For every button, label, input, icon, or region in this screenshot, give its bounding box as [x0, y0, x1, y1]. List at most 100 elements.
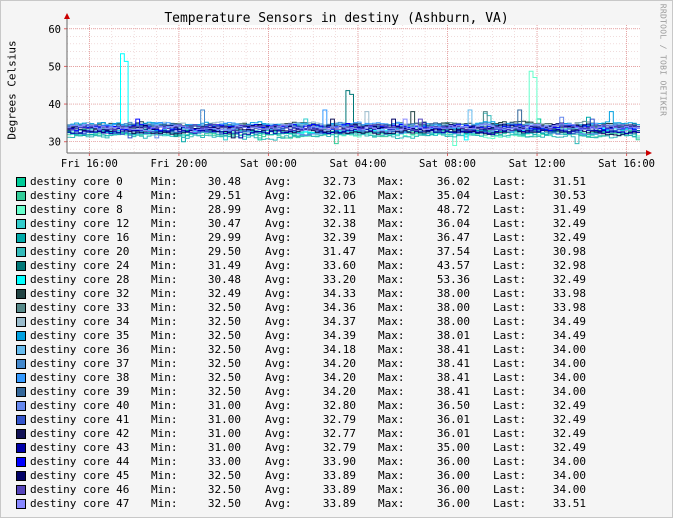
legend-min-label: Min: — [151, 385, 178, 398]
legend-max-label: Max: — [378, 245, 405, 258]
legend-swatch — [16, 345, 26, 355]
legend-series-name: destiny core 35 — [30, 329, 130, 342]
legend-avg-label: Avg: — [265, 301, 292, 314]
legend-last-label: Last: — [493, 245, 527, 258]
legend-series-name: destiny core 33 — [30, 301, 130, 314]
legend-last-label: Last: — [493, 469, 527, 482]
legend-series-name: destiny core 46 — [30, 483, 130, 496]
legend-min-label: Min: — [151, 189, 178, 202]
legend-swatch — [16, 443, 26, 453]
legend-last-value: 32.49 — [552, 231, 586, 244]
legend-avg-value: 31.47 — [322, 245, 356, 258]
legend-max-value: 38.00 — [436, 315, 470, 328]
legend-series-name: destiny core 47 — [30, 497, 130, 510]
legend-min-label: Min: — [151, 455, 178, 468]
legend-max-value: 35.00 — [436, 441, 470, 454]
legend-avg-value: 33.90 — [322, 455, 356, 468]
legend-avg-value: 32.77 — [322, 427, 356, 440]
legend-last-label: Last: — [493, 399, 527, 412]
legend-avg-label: Avg: — [265, 175, 292, 188]
legend-max-label: Max: — [378, 203, 405, 216]
legend-last-value: 34.00 — [552, 343, 586, 356]
legend-swatch — [16, 485, 26, 495]
legend-series-name: destiny core 4 — [30, 189, 123, 202]
legend-swatch — [16, 499, 26, 509]
legend-min-value: 29.51 — [207, 189, 241, 202]
legend-last-label: Last: — [493, 357, 527, 370]
legend-last-label: Last: — [493, 273, 527, 286]
legend-avg-value: 32.73 — [322, 175, 356, 188]
legend-min-value: 31.49 — [207, 259, 241, 272]
legend-series-name: destiny core 12 — [30, 217, 130, 230]
legend-max-value: 36.01 — [436, 427, 470, 440]
legend-min-label: Min: — [151, 413, 178, 426]
legend-min-value: 32.50 — [207, 469, 241, 482]
legend-swatch — [16, 303, 26, 313]
legend-max-value: 36.04 — [436, 217, 470, 230]
legend-avg-label: Avg: — [265, 329, 292, 342]
legend-swatch — [16, 457, 26, 467]
legend-max-value: 48.72 — [436, 203, 470, 216]
legend-max-label: Max: — [378, 217, 405, 230]
legend-avg-label: Avg: — [265, 469, 292, 482]
legend-last-label: Last: — [493, 497, 527, 510]
legend-max-value: 53.36 — [436, 273, 470, 286]
legend-last-label: Last: — [493, 203, 527, 216]
legend-min-label: Min: — [151, 469, 178, 482]
legend-avg-label: Avg: — [265, 259, 292, 272]
legend-avg-label: Avg: — [265, 413, 292, 426]
legend-min-label: Min: — [151, 301, 178, 314]
legend-min-label: Min: — [151, 399, 178, 412]
legend-last-label: Last: — [493, 189, 527, 202]
x-axis-arrow — [646, 150, 652, 156]
x-tick-label: Sat 12:00 — [509, 158, 566, 170]
legend-avg-label: Avg: — [265, 245, 292, 258]
legend-max-label: Max: — [378, 413, 405, 426]
legend-max-label: Max: — [378, 385, 405, 398]
legend-avg-label: Avg: — [265, 203, 292, 216]
x-tick-label: Sat 16:00 — [598, 158, 655, 170]
legend-swatch — [16, 401, 26, 411]
legend-min-label: Min: — [151, 483, 178, 496]
legend-swatch — [16, 247, 26, 257]
legend-last-value: 30.53 — [552, 189, 586, 202]
legend-last-value: 30.98 — [552, 245, 586, 258]
legend-min-value: 32.50 — [207, 497, 241, 510]
legend-series-name: destiny core 40 — [30, 399, 130, 412]
legend-series-name: destiny core 37 — [30, 357, 130, 370]
legend-last-label: Last: — [493, 329, 527, 342]
legend-series-name: destiny core 45 — [30, 469, 130, 482]
legend-max-label: Max: — [378, 259, 405, 272]
legend-min-label: Min: — [151, 427, 178, 440]
temperature-chart: 30 40 50 60 Fri 16:00 Fri 20:00 Sat 00:00 Sat 0… — [48, 13, 655, 170]
legend-max-value: 36.02 — [436, 175, 470, 188]
y-axis-arrow — [64, 13, 70, 19]
legend-min-value: 29.99 — [207, 231, 241, 244]
legend-last-value: 32.98 — [552, 259, 586, 272]
legend-series-name: destiny core 42 — [30, 427, 130, 440]
legend-min-label: Min: — [151, 315, 178, 328]
legend-last-value: 34.00 — [552, 455, 586, 468]
legend-avg-label: Avg: — [265, 273, 292, 286]
legend-min-value: 32.50 — [207, 357, 241, 370]
legend-last-label: Last: — [493, 259, 527, 272]
legend-max-value: 38.00 — [436, 301, 470, 314]
legend-avg-label: Avg: — [265, 231, 292, 244]
x-tick-label: Fri 20:00 — [150, 158, 207, 170]
legend-avg-value: 32.79 — [322, 413, 356, 426]
legend-avg-value: 33.20 — [322, 273, 356, 286]
legend-swatch — [16, 415, 26, 425]
legend-avg-value: 34.36 — [322, 301, 356, 314]
y-tick-label: 50 — [48, 61, 61, 73]
legend-min-value: 28.99 — [207, 203, 241, 216]
legend-avg-value: 32.79 — [322, 441, 356, 454]
y-tick-label: 30 — [48, 137, 61, 149]
legend-last-value: 32.49 — [552, 413, 586, 426]
legend-avg-label: Avg: — [265, 287, 292, 300]
legend-last-label: Last: — [493, 483, 527, 496]
x-tick-label: Sat 04:00 — [330, 158, 387, 170]
legend-last-value: 31.49 — [552, 203, 586, 216]
legend-max-value: 36.00 — [436, 483, 470, 496]
legend-series-name: destiny core 34 — [30, 315, 130, 328]
legend-max-value: 38.41 — [436, 343, 470, 356]
